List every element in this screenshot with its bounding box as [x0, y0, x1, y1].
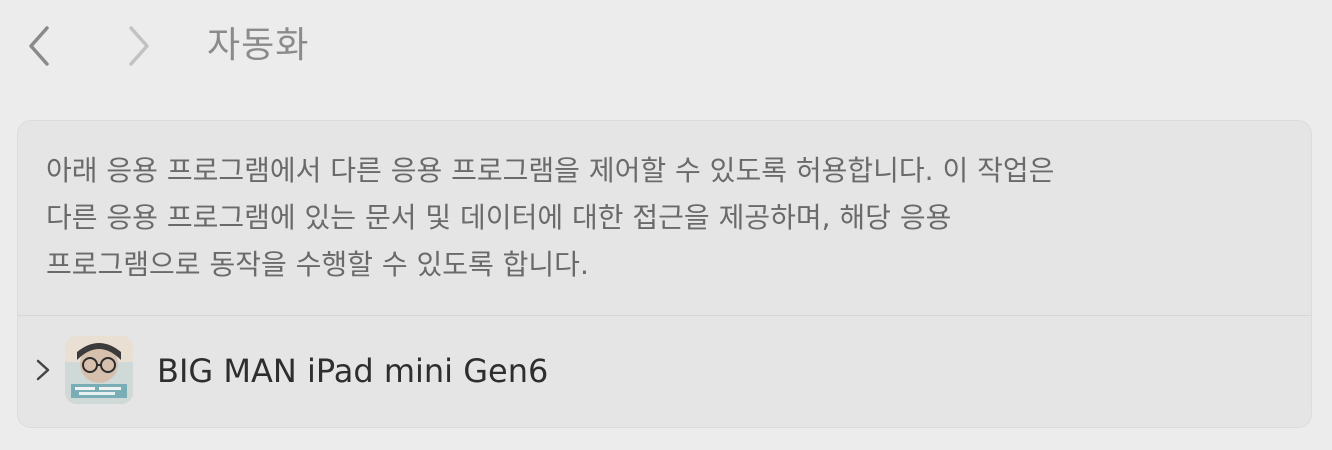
chevron-left-icon: [29, 26, 49, 66]
back-button[interactable]: [17, 22, 61, 70]
chevron-right-icon: [129, 26, 149, 66]
expand-button[interactable]: [32, 356, 54, 384]
app-list-item[interactable]: BIG MAN iPad mini Gen6: [18, 316, 1311, 427]
chevron-right-icon: [36, 359, 50, 381]
page-title: 자동화: [207, 25, 310, 66]
automation-description: 아래 응용 프로그램에서 다른 응용 프로그램을 제어할 수 있도록 허용합니다…: [46, 154, 1055, 281]
forward-button[interactable]: [117, 22, 161, 70]
app-thumbnail-icon: [65, 336, 133, 404]
app-name-label: BIG MAN iPad mini Gen6: [157, 352, 549, 390]
automation-panel: 아래 응용 프로그램에서 다른 응용 프로그램을 제어할 수 있도록 허용합니다…: [17, 120, 1312, 428]
toolbar: 자동화: [0, 0, 1332, 96]
automation-window: 자동화 아래 응용 프로그램에서 다른 응용 프로그램을 제어할 수 있도록 허…: [0, 0, 1332, 450]
